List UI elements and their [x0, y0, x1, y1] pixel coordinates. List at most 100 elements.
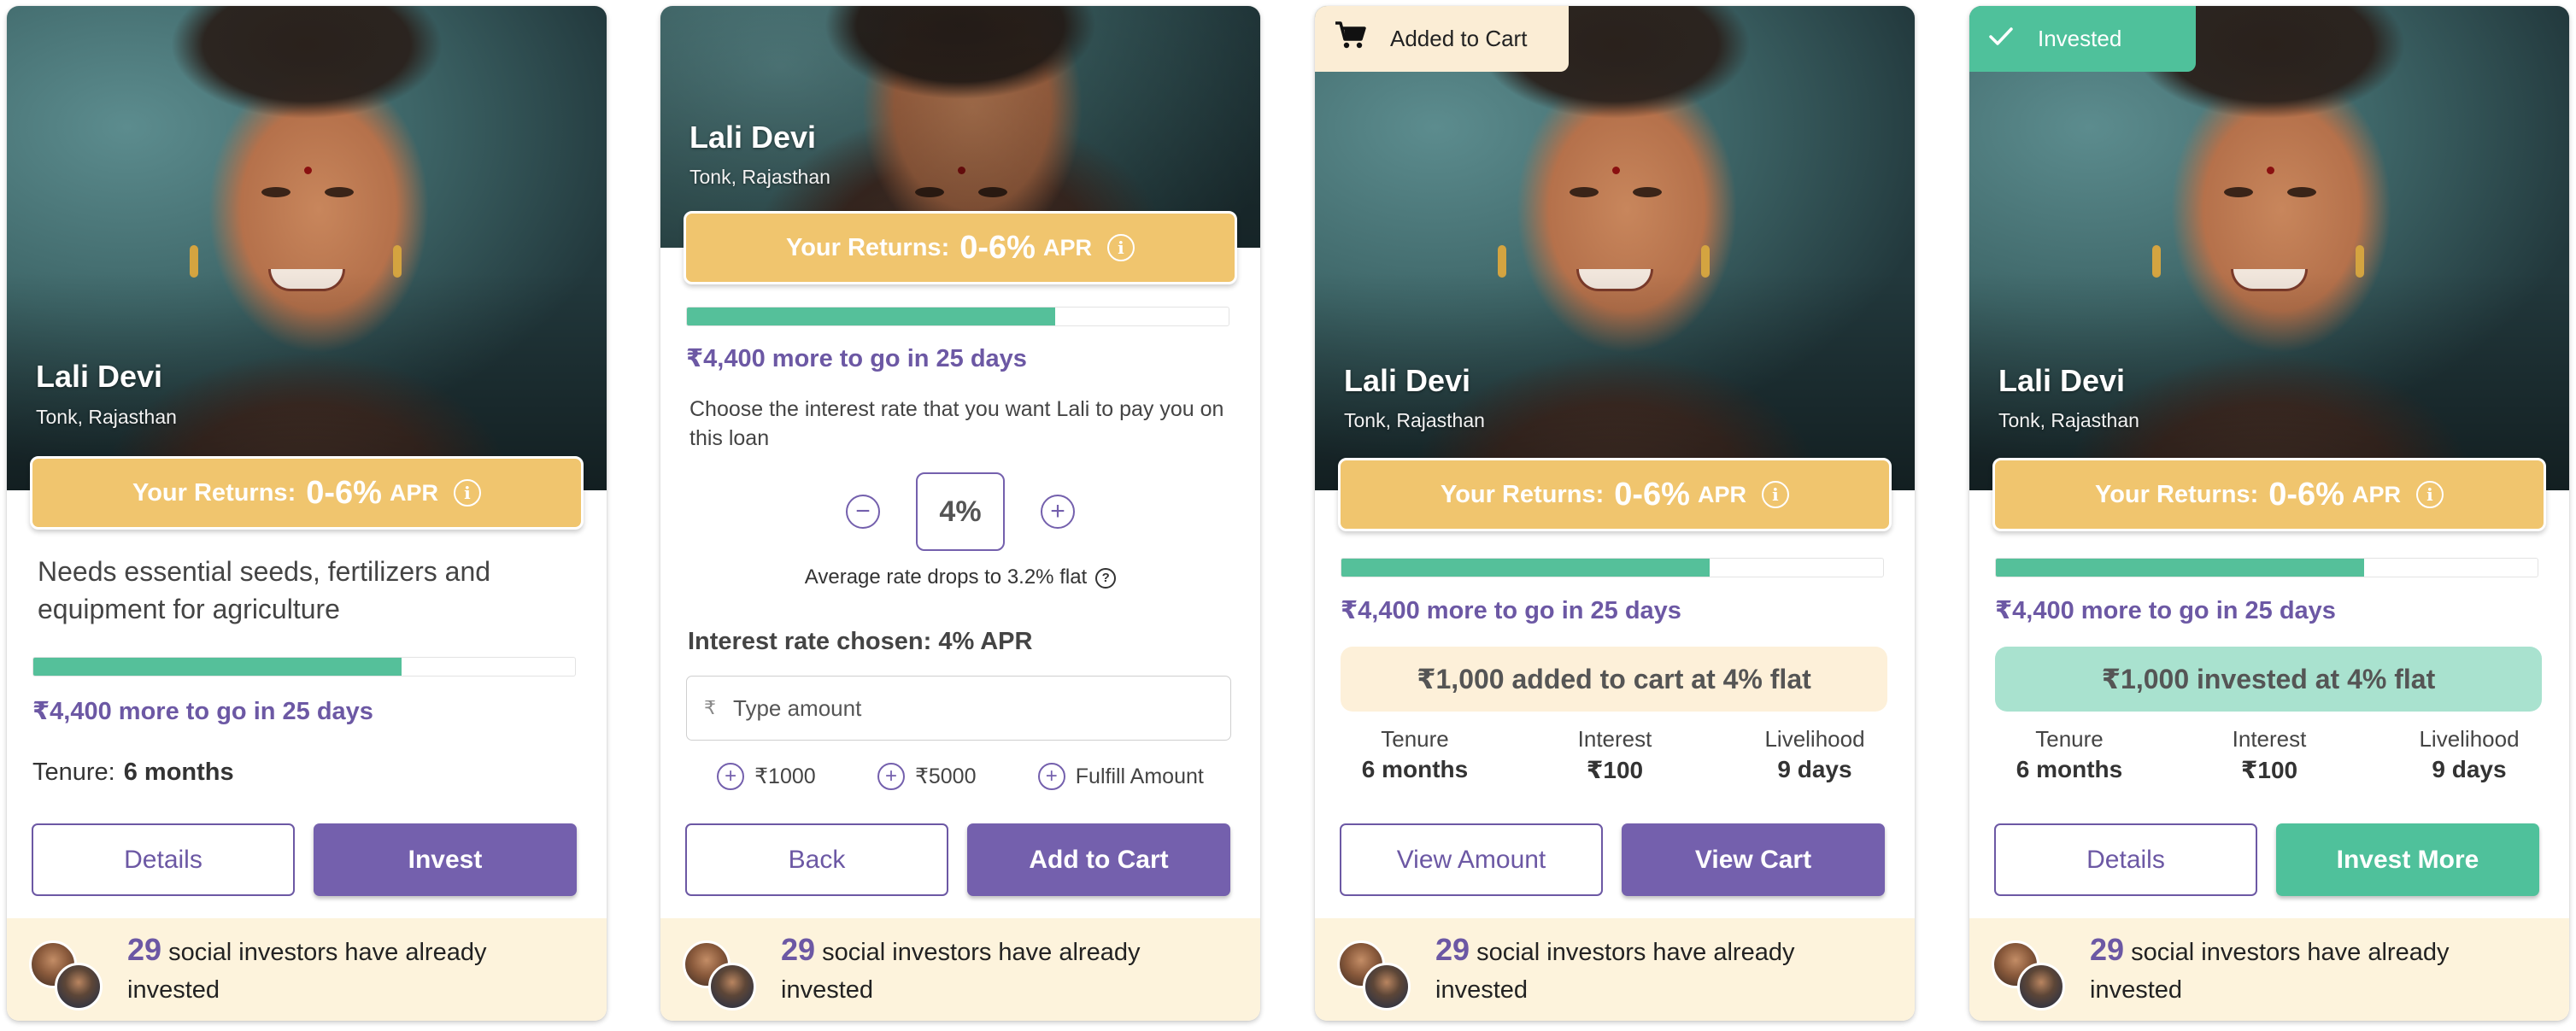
- invested-status-pill: ₹1,000 invested at 4% flat: [1995, 647, 2542, 712]
- returns-banner: Your Returns: 0-6% APR i: [684, 211, 1237, 284]
- tenure-value: 6 months: [123, 759, 234, 786]
- social-proof-footer: 29 social investors have already investe…: [1969, 918, 2569, 1021]
- interest-rate-value[interactable]: 4%: [916, 472, 1005, 551]
- remaining-amount: ₹4,400 more to go in 25 days: [32, 698, 373, 725]
- borrower-name: Lali Devi: [1344, 363, 1471, 398]
- progress-fill: [33, 658, 402, 676]
- investor-avatars: [1337, 927, 1427, 1012]
- investor-count: 29: [781, 931, 816, 967]
- stat-livelihood: Livelihood 9 days: [2419, 726, 2520, 782]
- avatar: [2017, 963, 2065, 1010]
- interest-rate-chosen: Interest rate chosen: 4% APR: [688, 628, 1033, 655]
- loan-card-added-to-cart: Added to Cart Lali Devi Tonk, Rajasthan …: [1315, 6, 1915, 1021]
- invest-more-button[interactable]: Invest More: [2276, 823, 2539, 896]
- loan-stats: Tenure 6 months Interest ₹100 Livelihood 9 …: [1315, 726, 1915, 784]
- returns-banner: Your Returns: 0-6% APR i: [1338, 458, 1892, 531]
- funding-progress-bar: [686, 307, 1229, 326]
- loan-card-invested: Invested Lali Devi Tonk, Rajasthan Your …: [1969, 6, 2569, 1021]
- progress-fill: [687, 308, 1056, 325]
- borrower-name: Lali Devi: [36, 359, 163, 394]
- invested-tag: Invested: [1969, 6, 2196, 72]
- loan-stats: Tenure 6 months Interest ₹100 Livelihood 9 …: [1969, 726, 2569, 784]
- amount-input[interactable]: ₹ Type amount: [686, 676, 1231, 741]
- view-amount-button[interactable]: View Amount: [1340, 823, 1603, 896]
- returns-unit: APR: [389, 479, 438, 506]
- help-icon[interactable]: ?: [1095, 567, 1117, 589]
- fulfill-amount[interactable]: + Fulfill Amount: [1037, 763, 1204, 790]
- added-to-cart-tag: Added to Cart: [1315, 6, 1569, 72]
- loan-card-default: Lali Devi Tonk, Rajasthan Your Returns: …: [7, 6, 607, 1021]
- remaining-amount: ₹4,400 more to go in 25 days: [1341, 597, 1681, 624]
- social-proof-footer: 29 social investors have already investe…: [7, 918, 607, 1021]
- borrower-name: Lali Devi: [1998, 363, 2126, 398]
- social-proof-footer: 29 social investors have already investe…: [1315, 918, 1915, 1021]
- borrower-location: Tonk, Rajasthan: [36, 406, 177, 428]
- plus-circle-icon: +: [717, 763, 745, 790]
- investor-count: 29: [127, 931, 162, 967]
- remaining-amount: ₹4,400 more to go in 25 days: [686, 345, 1027, 372]
- tag-label: Invested: [2038, 26, 2122, 51]
- info-icon[interactable]: i: [1761, 481, 1789, 508]
- tenure-info: Tenure: 6 months: [32, 759, 234, 787]
- borrower-location: Tonk, Rajasthan: [1998, 409, 2139, 431]
- quick-amounts: + ₹1000 + ₹5000 + Fulfill Amount: [660, 763, 1260, 790]
- returns-value: 0-6%: [306, 474, 382, 511]
- funding-progress-bar: [1341, 558, 1884, 577]
- loan-card-rate-chooser: Lali Devi Tonk, Rajasthan Your Returns: …: [660, 6, 1260, 1021]
- avatar: [55, 963, 103, 1010]
- details-button[interactable]: Details: [1994, 823, 2257, 896]
- remaining-amount: ₹4,400 more to go in 25 days: [1995, 597, 2336, 624]
- avatar: [708, 963, 756, 1010]
- returns-label: Your Returns:: [132, 478, 296, 507]
- funding-progress-bar: [1995, 558, 2538, 577]
- investor-count: 29: [1435, 931, 1470, 967]
- plus-circle-icon[interactable]: +: [1041, 495, 1075, 529]
- view-cart-button[interactable]: View Cart: [1622, 823, 1885, 896]
- progress-fill: [1341, 559, 1710, 577]
- quick-amount-5000[interactable]: + ₹5000: [877, 763, 976, 790]
- social-proof-text: 29 social investors have already investe…: [1435, 931, 1795, 1004]
- stat-interest: Interest ₹100: [1577, 726, 1652, 783]
- check-icon: [1988, 22, 2014, 56]
- social-proof-text: 29 social investors have already investe…: [781, 931, 1141, 1004]
- stat-livelihood: Livelihood 9 days: [1764, 726, 1865, 782]
- add-to-cart-button[interactable]: Add to Cart: [967, 823, 1230, 896]
- cart-icon: [1334, 21, 1366, 57]
- social-proof-text: 29 social investors have already investe…: [2090, 931, 2450, 1004]
- tenure-label: Tenure:: [32, 759, 115, 786]
- borrower-location: Tonk, Rajasthan: [1344, 409, 1485, 431]
- investor-avatars: [29, 927, 119, 1012]
- borrower-name: Lali Devi: [689, 120, 817, 155]
- info-icon[interactable]: i: [453, 479, 481, 507]
- progress-fill: [1996, 559, 2365, 577]
- back-button[interactable]: Back: [685, 823, 948, 896]
- stat-tenure: Tenure 6 months: [2016, 726, 2123, 782]
- info-icon[interactable]: i: [1106, 234, 1135, 261]
- stat-tenure: Tenure 6 months: [1361, 726, 1469, 782]
- quick-amount-1000[interactable]: + ₹1000: [717, 763, 816, 790]
- info-icon[interactable]: i: [2415, 481, 2444, 508]
- average-rate-note: Average rate drops to 3.2% flat?: [660, 565, 1260, 589]
- social-proof-text: 29 social investors have already investe…: [127, 931, 487, 1004]
- returns-banner: Your Returns: 0-6% APR i: [1992, 458, 2546, 531]
- avatar: [1363, 963, 1411, 1010]
- rate-stepper: − 4% +: [660, 472, 1260, 551]
- returns-banner: Your Returns: 0-6% APR i: [30, 456, 584, 530]
- tag-label: Added to Cart: [1390, 26, 1528, 51]
- invest-button[interactable]: Invest: [314, 823, 577, 896]
- rate-chooser-prompt: Choose the interest rate that you want L…: [689, 397, 1224, 450]
- amount-placeholder: Type amount: [733, 694, 862, 721]
- currency-symbol: ₹: [704, 697, 716, 718]
- social-proof-footer: 29 social investors have already investe…: [660, 918, 1260, 1021]
- minus-circle-icon[interactable]: −: [846, 495, 880, 529]
- investor-avatars: [1992, 927, 2081, 1012]
- borrower-location: Tonk, Rajasthan: [689, 166, 830, 188]
- loan-description: Needs essential seeds, fertilizers and e…: [38, 556, 491, 624]
- details-button[interactable]: Details: [32, 823, 295, 896]
- stat-interest: Interest ₹100: [2232, 726, 2307, 783]
- investor-avatars: [683, 927, 772, 1012]
- plus-circle-icon: +: [1037, 763, 1065, 790]
- plus-circle-icon: +: [877, 763, 905, 790]
- funding-progress-bar: [32, 657, 576, 677]
- cart-status-pill: ₹1,000 added to cart at 4% flat: [1341, 647, 1887, 712]
